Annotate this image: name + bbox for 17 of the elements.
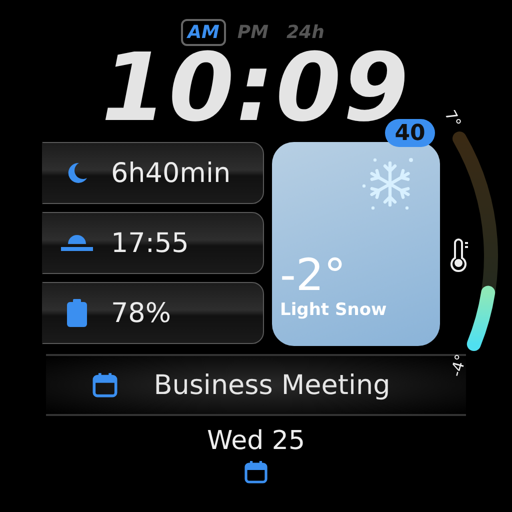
calendar-icon: [92, 372, 118, 398]
weather-condition: Light Snow: [280, 300, 388, 320]
stat-value: 6h40min: [111, 158, 231, 188]
calendar-icon: [244, 460, 268, 484]
time-format-option[interactable]: PM: [230, 18, 276, 46]
thermometer-icon: [450, 238, 468, 272]
count-badge: 40: [385, 119, 435, 147]
gauge-min-label: -4°: [446, 352, 470, 379]
time-format-option[interactable]: AM: [180, 18, 226, 46]
time-format-option[interactable]: 24h: [280, 18, 332, 46]
sunset-icon: [61, 234, 93, 252]
battery-icon: [67, 299, 87, 327]
stat-value: 17:55: [111, 228, 189, 258]
temperature: -2°: [280, 252, 347, 300]
date: Wed 25: [206, 426, 306, 456]
stat-value: 78%: [111, 298, 172, 328]
event-title: Business Meeting: [154, 370, 390, 400]
